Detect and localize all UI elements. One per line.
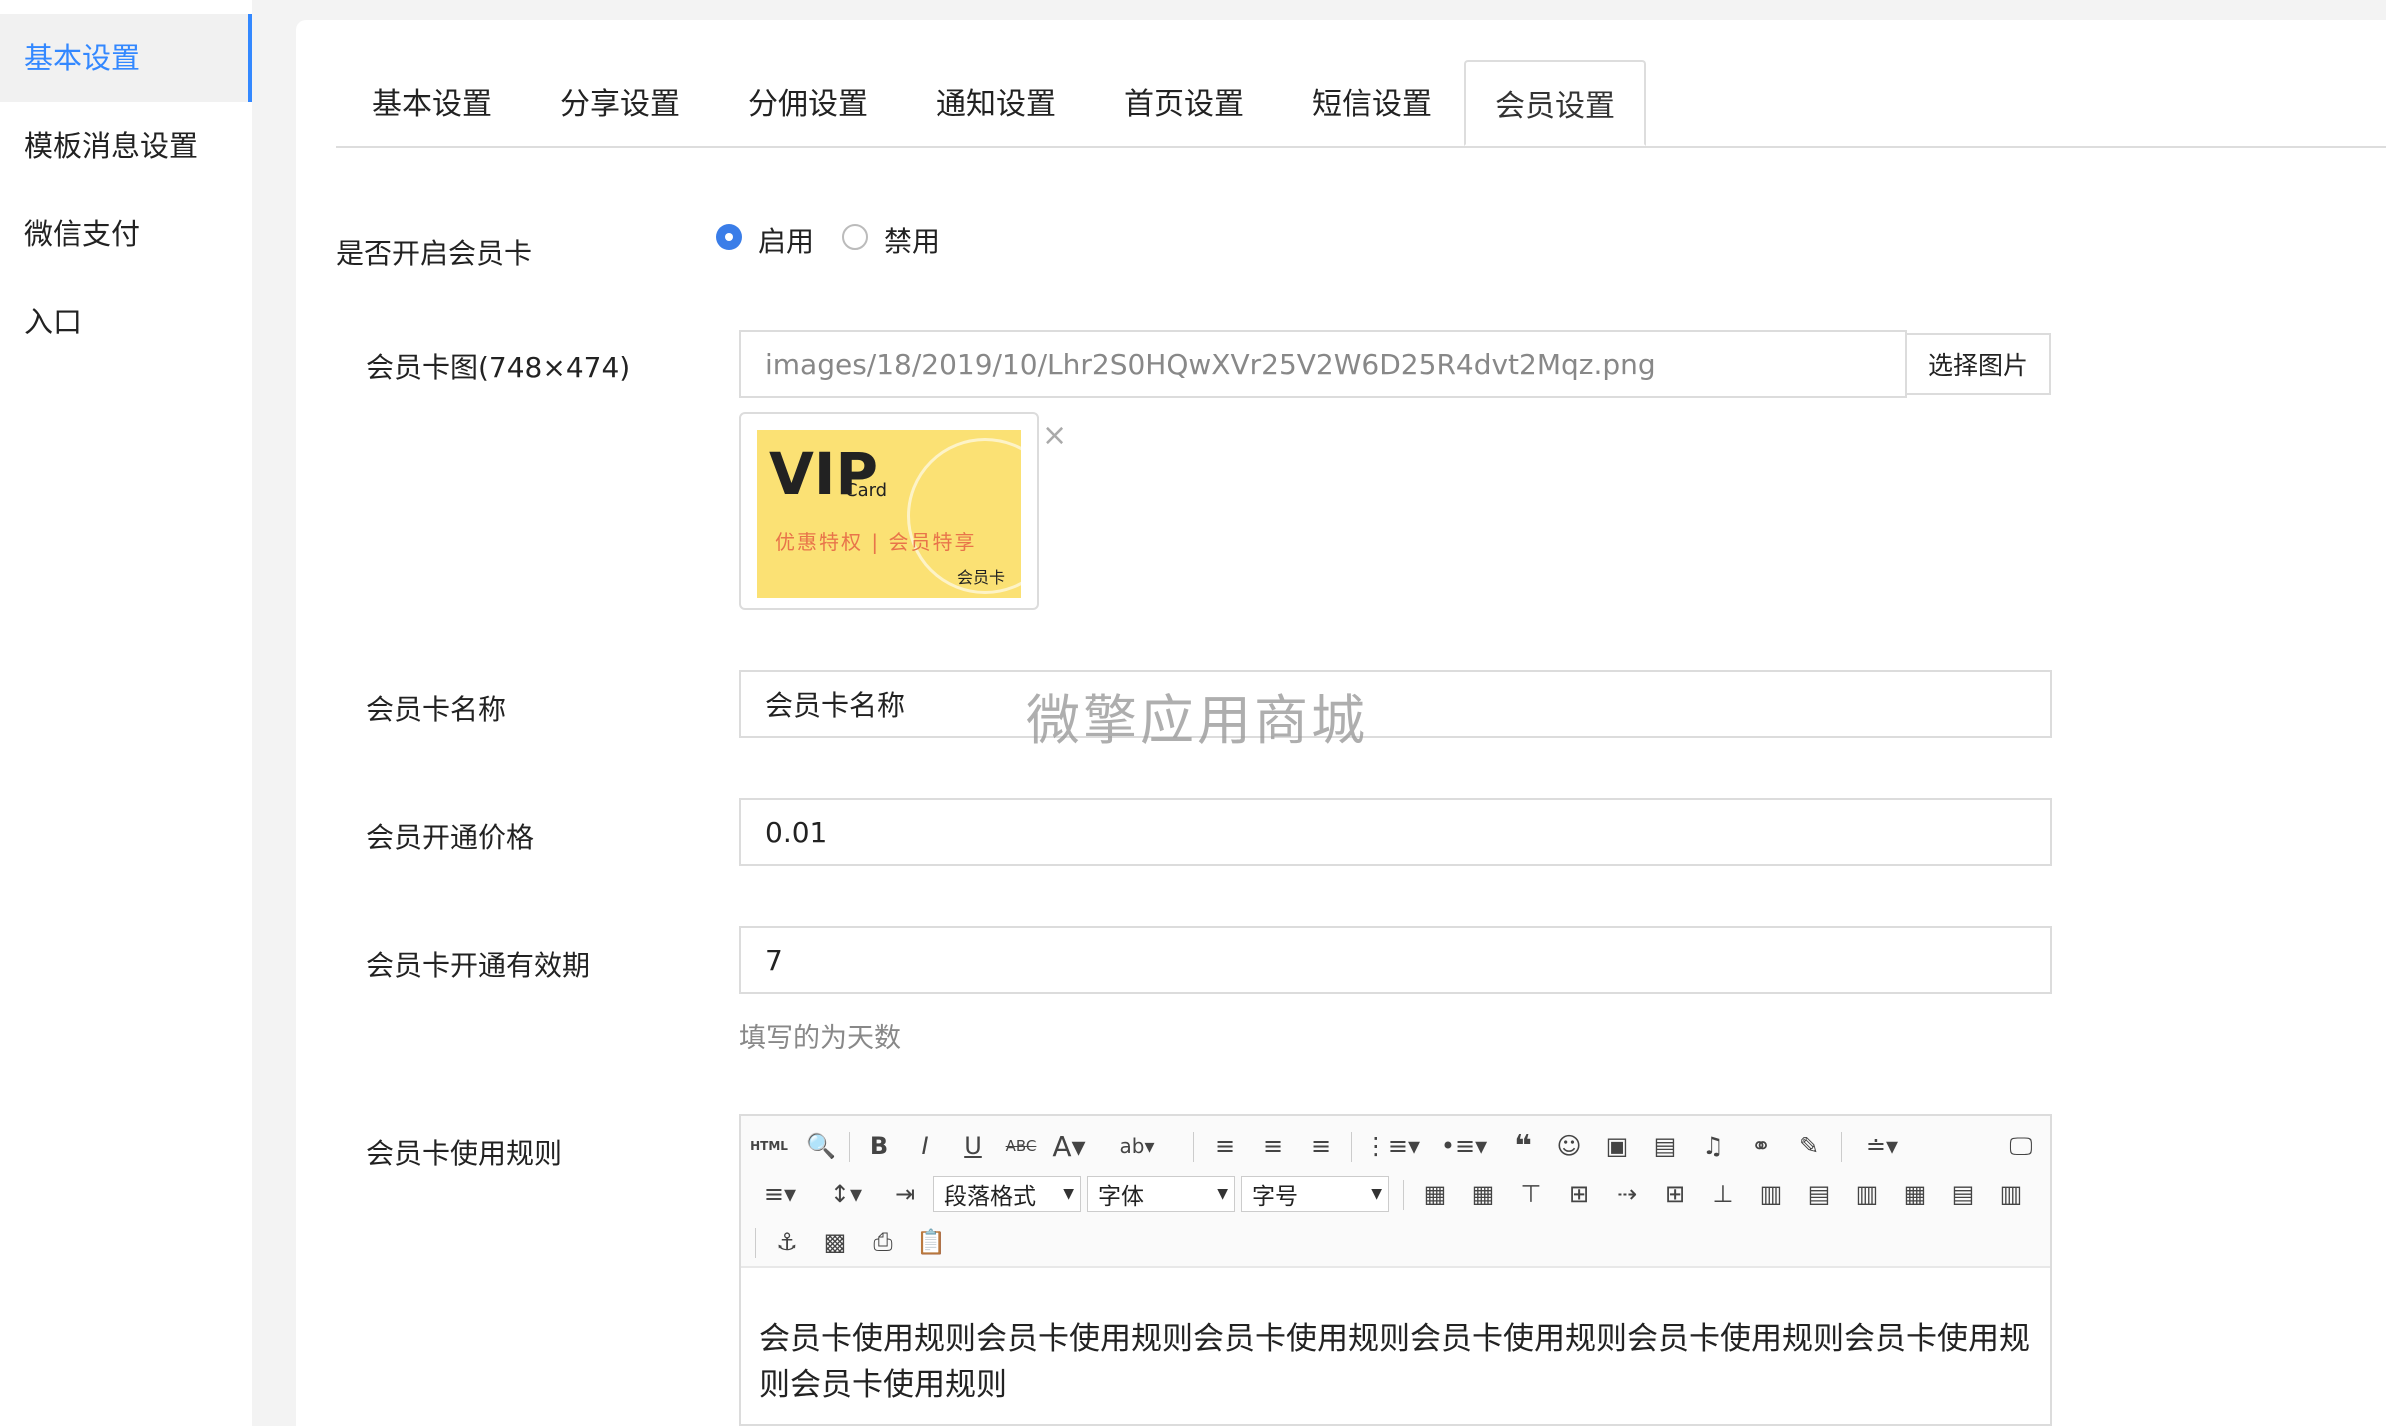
settings-tabs: 基本设置 分享设置 分佣设置 通知设置 首页设置 短信设置 会员设置 [336,60,2386,148]
tab-sms-settings[interactable]: 短信设置 [1302,60,1442,146]
disable-radio-label[interactable]: 禁用 [884,220,940,260]
enable-card-label: 是否开启会员卡 [336,237,533,270]
preview-icon[interactable]: 🔍 [803,1128,839,1164]
unordered-list-icon[interactable]: •≡▾ [1437,1128,1491,1164]
enable-radio[interactable] [716,224,742,250]
vip-card-card-text: Card [845,480,888,501]
table-properties-icon[interactable]: ▦ [1465,1176,1501,1212]
card-name-input[interactable]: 会员卡名称 [739,670,2052,738]
highlight-icon[interactable]: ab▾ [1119,1128,1155,1164]
price-label: 会员开通价格 [366,821,535,854]
image-icon[interactable]: ▣ [1599,1128,1635,1164]
eraser-icon[interactable]: ✎ [1791,1128,1827,1164]
sidebar-item-basic-settings[interactable]: 基本设置 [0,14,252,102]
paste-icon[interactable]: 📋 [913,1224,949,1260]
card-image-path-input[interactable]: images/18/2019/10/Lhr2S0HQwXVr25V2W6D25R… [739,330,1907,398]
insert-paragraph-icon[interactable]: ⇢ [1609,1176,1645,1212]
font-color-icon[interactable]: A▾ [1051,1128,1087,1164]
insert-row-before-icon[interactable]: ⊞ [1561,1176,1597,1212]
price-input[interactable]: 0.01 [739,798,2052,866]
print-icon[interactable]: ⎙ [865,1224,901,1260]
editor-toolbar: HTML 🔍 B I U ABC A▾ ab▾ ≡ ≡ ≡ ⋮≡▾ •≡▾ ❝ … [741,1116,2050,1268]
sidebar-item-entry[interactable]: 入口 [0,278,252,366]
split-cols-icon[interactable]: ▥ [1993,1176,2029,1212]
sidebar-item-wechat-pay[interactable]: 微信支付 [0,190,252,278]
disable-radio[interactable] [842,224,868,250]
merge-down-icon[interactable]: ▥ [1849,1176,1885,1212]
split-cells-icon[interactable]: ▦ [1897,1176,1933,1212]
insert-table-icon[interactable]: ▦ [1417,1176,1453,1212]
fullscreen-icon[interactable]: 🖵 [2003,1128,2039,1164]
blockquote-icon[interactable]: ❝ [1505,1128,1541,1164]
qrcode-icon[interactable]: ▩ [817,1224,853,1260]
ordered-list-icon[interactable]: ⋮≡▾ [1364,1128,1420,1164]
underline-icon[interactable]: U [955,1128,991,1164]
font-family-select[interactable]: 字体 ▼ [1087,1176,1235,1212]
merge-right-icon[interactable]: ▤ [1801,1176,1837,1212]
emoji-icon[interactable]: ☺ [1551,1128,1587,1164]
delete-column-icon[interactable]: ⊥ [1705,1176,1741,1212]
strikethrough-icon[interactable]: ABC [1003,1128,1039,1164]
align-center-icon[interactable]: ≡ [1255,1128,1291,1164]
tab-notification-settings[interactable]: 通知设置 [926,60,1066,146]
music-icon[interactable]: ♫ [1695,1128,1731,1164]
merge-cells-icon[interactable]: ▥ [1753,1176,1789,1212]
video-icon[interactable]: ▤ [1647,1128,1683,1164]
tab-commission-settings[interactable]: 分佣设置 [738,60,878,146]
row-spacing-icon[interactable]: ↕▾ [821,1176,871,1212]
font-size-select[interactable]: 字号 ▼ [1241,1176,1389,1212]
html-source-icon[interactable]: HTML [750,1128,788,1164]
split-rows-icon[interactable]: ▤ [1945,1176,1981,1212]
settings-panel: 基本设置 分享设置 分佣设置 通知设置 首页设置 短信设置 会员设置 是否开启会… [296,20,2386,1426]
vip-card-image: VIP Card 优惠特权 | 会员特享 会员卡 [757,430,1021,598]
select-image-button[interactable]: 选择图片 [1907,333,2051,395]
editor-content[interactable]: 会员卡使用规则会员卡使用规则会员卡使用规则会员卡使用规则会员卡使用规则会员卡使用… [759,1316,2039,1408]
align-right-icon[interactable]: ≡ [1303,1128,1339,1164]
remove-image-icon[interactable]: × [1042,418,1067,453]
align-left-icon[interactable]: ≡ [1207,1128,1243,1164]
sidebar: 基本设置 模板消息设置 微信支付 入口 [0,0,252,1426]
rules-label: 会员卡使用规则 [366,1137,563,1170]
watermark-text: 微擎应用商城 [1026,689,1368,752]
indent-icon[interactable]: ⇥ [887,1176,923,1212]
sidebar-item-template-message[interactable]: 模板消息设置 [0,102,252,190]
paragraph-spacing-icon[interactable]: ≡▾ [755,1176,805,1212]
validity-input[interactable]: 7 [739,926,2052,994]
anchor-icon[interactable]: ⚓ [769,1224,805,1260]
tab-basic-settings[interactable]: 基本设置 [362,60,502,146]
tab-home-settings[interactable]: 首页设置 [1114,60,1254,146]
validity-hint: 填写的为天数 [739,1023,901,1054]
line-height-icon[interactable]: ≐▾ [1855,1128,1909,1164]
link-icon[interactable]: ⚭ [1743,1128,1779,1164]
insert-column-icon[interactable]: ⊞ [1657,1176,1693,1212]
tab-share-settings[interactable]: 分享设置 [550,60,690,146]
vip-card-subtitle: 优惠特权 | 会员特享 [775,530,977,554]
validity-label: 会员卡开通有效期 [366,949,591,982]
table-title-icon[interactable]: ⊤ [1513,1176,1549,1212]
tab-member-settings[interactable]: 会员设置 [1464,60,1646,146]
card-image-label: 会员卡图(748×474) [366,351,631,384]
card-name-label: 会员卡名称 [366,693,507,726]
bold-icon[interactable]: B [861,1128,897,1164]
enable-radio-label[interactable]: 启用 [758,220,814,260]
paragraph-format-select[interactable]: 段落格式 ▼ [933,1176,1081,1212]
italic-icon[interactable]: I [907,1128,943,1164]
card-image-preview: VIP Card 优惠特权 | 会员特享 会员卡 [739,412,1039,610]
vip-card-small-text: 会员卡 [956,568,1005,587]
rules-rich-editor: HTML 🔍 B I U ABC A▾ ab▾ ≡ ≡ ≡ ⋮≡▾ •≡▾ ❝ … [739,1114,2052,1426]
